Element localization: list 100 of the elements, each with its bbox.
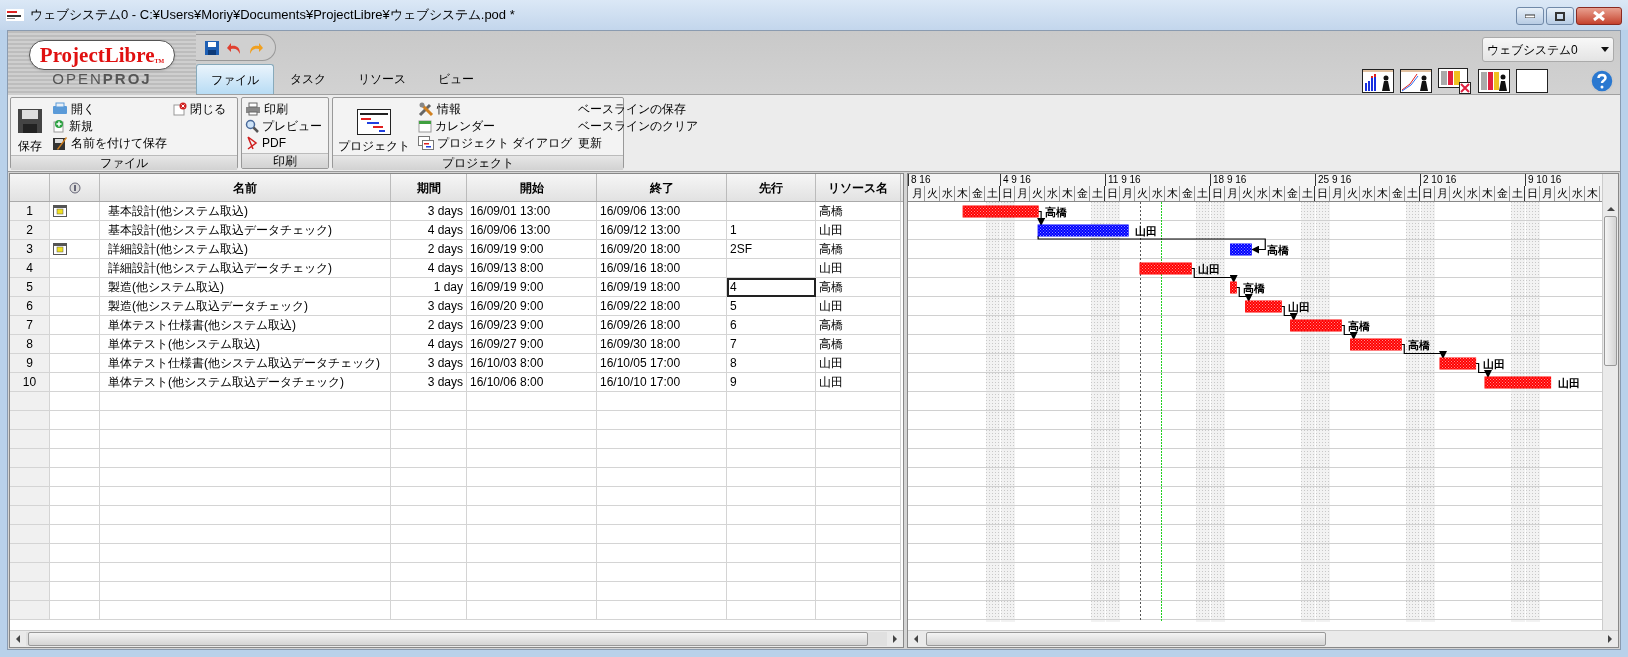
ribbon-button[interactable]: PDF	[245, 134, 322, 151]
row-number[interactable]: 4	[10, 259, 50, 278]
day-label: 日	[1105, 186, 1120, 201]
week-label: 2 10 16	[1423, 174, 1457, 185]
day-label: 金	[1390, 186, 1405, 201]
table-cell: 3 days	[391, 297, 467, 316]
table-cell: 16/09/22 18:00	[597, 297, 727, 316]
table-cell: 7	[727, 335, 816, 354]
table-cell: 16/09/30 18:00	[597, 335, 727, 354]
day-label: 月	[910, 186, 925, 201]
resource-label: 高橋	[1045, 206, 1068, 218]
table-cell: 2 days	[391, 316, 467, 335]
group-title: ファイル	[11, 155, 237, 170]
table-cell: 製造(他システム取込)	[100, 278, 391, 297]
ribbon-button[interactable]: プレビュー	[245, 117, 322, 134]
table-cell: 詳細設計(他システム取込)	[100, 240, 391, 259]
day-label: 火	[925, 186, 940, 201]
column-header[interactable]: 名前	[100, 174, 391, 201]
day-label: 月	[1540, 186, 1555, 201]
row-number[interactable]: 1	[10, 202, 50, 221]
day-label: 金	[1495, 186, 1510, 201]
column-header[interactable]: 終了	[597, 174, 727, 201]
day-label: 月	[1120, 186, 1135, 201]
table-cell: 基本設計(他システム取込データチェック)	[100, 221, 391, 240]
table-cell: 16/10/10 17:00	[597, 373, 727, 392]
ribbon-tab[interactable]: リソース	[342, 64, 422, 94]
ribbon-button[interactable]: プロジェクト ダイアログ	[418, 134, 573, 151]
project-dropdown[interactable]: ウェブシステム0	[1482, 37, 1614, 62]
resource-label: 高橋	[1408, 339, 1431, 351]
week-label: 4 9 16	[1003, 174, 1031, 185]
table-cell: 9	[727, 373, 816, 392]
table-cell: 高橋	[816, 278, 901, 297]
week-label: 18 9 16	[1213, 174, 1247, 185]
day-label: 土	[1405, 186, 1420, 201]
table-cell: 16/09/06 13:00	[467, 221, 597, 240]
column-header[interactable]: リソース名	[816, 174, 901, 201]
ribbon-button[interactable]: プロジェクト	[336, 100, 412, 155]
row-number[interactable]: 8	[10, 335, 50, 354]
ribbon-button[interactable]: 名前を付けて保存	[52, 134, 167, 151]
ribbon-button[interactable]: 開く	[52, 100, 167, 117]
table-cell: 8	[727, 354, 816, 373]
day-label: 火	[1240, 186, 1255, 201]
table-cell: 高橋	[816, 202, 901, 221]
week-label: 11 9 16	[1108, 174, 1141, 185]
table-cell: 16/09/01 13:00	[467, 202, 597, 221]
table-cell: 16/09/13 8:00	[467, 259, 597, 278]
day-label: 木	[955, 186, 970, 201]
day-label: 木	[1270, 186, 1285, 201]
table-cell: 山田	[816, 221, 901, 240]
table-cell: 4 days	[391, 259, 467, 278]
ribbon-button[interactable]: 更新	[578, 134, 699, 151]
day-label: 火	[1135, 186, 1150, 201]
ribbon-tab[interactable]: ビュー	[422, 64, 490, 94]
day-label: 水	[1045, 186, 1060, 201]
ribbon-button[interactable]: ベースラインの保存	[578, 100, 699, 117]
logo-subtitle: OPENPROJ	[52, 70, 152, 87]
row-number[interactable]: 9	[10, 354, 50, 373]
ribbon-button[interactable]: 新規	[52, 117, 167, 134]
ribbon-button[interactable]: 保存	[14, 100, 46, 155]
table-cell: 単体テスト仕様書(他システム取込)	[100, 316, 391, 335]
table-cell: 16/09/19 9:00	[467, 240, 597, 259]
day-label: 水	[1255, 186, 1270, 201]
day-label: 日	[1000, 186, 1015, 201]
table-cell: 16/10/03 8:00	[467, 354, 597, 373]
ribbon-button[interactable]: カレンダー	[418, 117, 573, 134]
resource-label: 山田	[1135, 225, 1158, 237]
table-cell: 1 day	[391, 278, 467, 297]
table-cell: 16/09/20 18:00	[597, 240, 727, 259]
row-number[interactable]: 10	[10, 373, 50, 392]
resource-label: 高橋	[1243, 282, 1266, 294]
table-cell: 16/09/20 9:00	[467, 297, 597, 316]
row-number[interactable]: 5	[10, 278, 50, 297]
table-cell: 4 days	[391, 335, 467, 354]
ribbon-button[interactable]: ベースラインのクリア	[578, 117, 699, 134]
row-number[interactable]: 2	[10, 221, 50, 240]
ribbon-button[interactable]: 情報	[418, 100, 573, 117]
table-cell: 6	[727, 316, 816, 335]
row-number[interactable]: 3	[10, 240, 50, 259]
ribbon-button[interactable]: 閉じる	[173, 100, 226, 117]
day-label: 木	[1060, 186, 1075, 201]
day-label: 月	[1225, 186, 1240, 201]
day-label: 日	[1210, 186, 1225, 201]
column-header[interactable]: 先行	[727, 174, 816, 201]
row-number[interactable]: 7	[10, 316, 50, 335]
day-label: 火	[1030, 186, 1045, 201]
day-label: 木	[1480, 186, 1495, 201]
table-cell: 山田	[816, 373, 901, 392]
day-label: 水	[1570, 186, 1585, 201]
table-cell: 高橋	[816, 335, 901, 354]
table-cell: 基本設計(他システム取込)	[100, 202, 391, 221]
column-header[interactable]: 期間	[391, 174, 467, 201]
row-number[interactable]: 6	[10, 297, 50, 316]
table-cell: 高橋	[816, 316, 901, 335]
column-header[interactable]: 開始	[467, 174, 597, 201]
day-label: 日	[1525, 186, 1540, 201]
ribbon-tab[interactable]: ファイル	[196, 64, 274, 94]
table-cell: 3 days	[391, 354, 467, 373]
ribbon-tab[interactable]: タスク	[274, 64, 342, 94]
table-cell: 2 days	[391, 240, 467, 259]
ribbon-button[interactable]: 印刷	[245, 100, 322, 117]
